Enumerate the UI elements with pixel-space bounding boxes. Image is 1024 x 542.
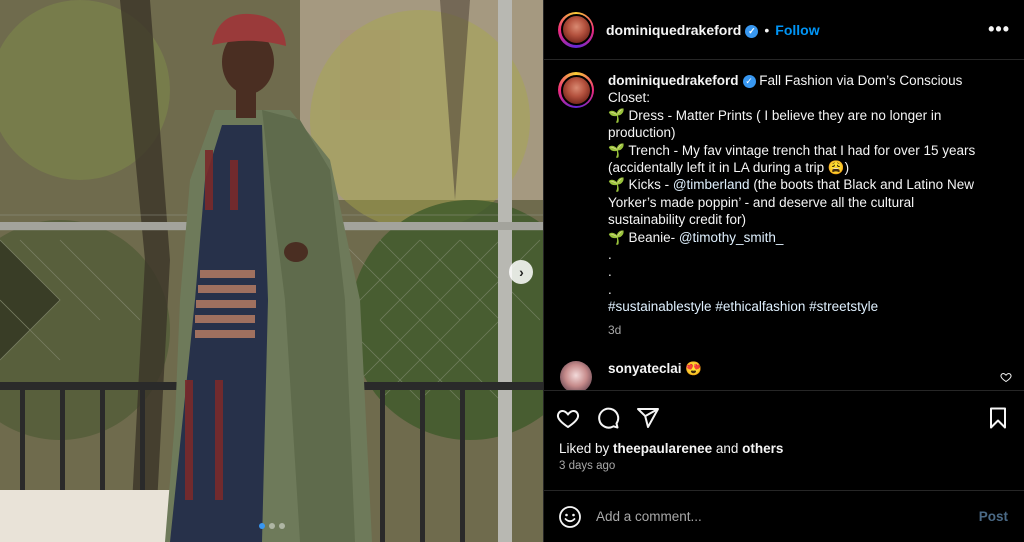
carousel-indicator xyxy=(0,523,543,529)
caption-username[interactable]: dominiquedrakeford xyxy=(608,73,739,88)
caption-line: 🌱 Kicks - xyxy=(608,177,673,193)
carousel-dot xyxy=(278,523,285,529)
post-photo[interactable]: › xyxy=(0,0,543,542)
avatar-image xyxy=(560,74,592,106)
post-header: dominiquedrakeford ✓ • Follow ••• xyxy=(544,0,1024,60)
comment-composer: Post xyxy=(544,490,1024,542)
caption-line: . xyxy=(608,264,612,280)
chevron-right-icon: › xyxy=(519,264,524,280)
caption-line: Fall Fashion via Dom’s Conscious xyxy=(759,73,963,88)
mention-link[interactable]: @timothy_smith_ xyxy=(679,230,784,245)
comment-body: sonyateclai 😍 xyxy=(608,361,702,377)
caption-avatar[interactable] xyxy=(558,72,594,108)
separator-dot: • xyxy=(764,21,770,38)
comment-text: 😍 xyxy=(685,361,703,377)
commenter-username[interactable]: sonyateclai xyxy=(608,361,682,376)
likes-mid: and xyxy=(712,441,743,456)
bookmark-icon[interactable] xyxy=(986,406,1010,430)
action-bar xyxy=(544,390,1024,445)
heart-icon[interactable] xyxy=(1000,371,1012,383)
heart-icon[interactable] xyxy=(556,406,580,430)
caption-line: (accidentally left it in LA during a tri… xyxy=(608,160,850,176)
mention-link[interactable]: @timberland xyxy=(673,177,750,192)
smile-icon[interactable] xyxy=(558,505,582,529)
author-username-text: dominiquedrakeford xyxy=(606,21,742,38)
caption-line: Closet: xyxy=(608,90,651,106)
post-date[interactable]: 3 days ago xyxy=(544,456,1024,472)
next-photo-button[interactable]: › xyxy=(509,260,533,284)
author-avatar[interactable] xyxy=(558,11,594,48)
likes-prefix: Liked by xyxy=(559,441,614,456)
liked-by-others[interactable]: others xyxy=(742,441,783,456)
likes-summary: Liked by theepaularenee and others xyxy=(544,441,1024,456)
caption-text: dominiquedrakeford ✓ Fall Fashion via Dom… xyxy=(608,72,975,339)
caption-line: production) xyxy=(608,125,676,141)
verified-badge-icon: ✓ xyxy=(745,24,759,38)
caption-line: 🌱 Trench - My fav vintage trench that I … xyxy=(608,142,976,158)
commenter-avatar[interactable] xyxy=(560,361,592,390)
liked-by-user[interactable]: theepaularenee xyxy=(613,441,712,456)
caption-line: 🌱 Dress - Matter Prints ( I believe they… xyxy=(608,107,942,123)
photo-scene xyxy=(0,0,543,542)
more-icon[interactable]: ••• xyxy=(988,19,1010,40)
author-username[interactable]: dominiquedrakeford ✓ xyxy=(606,21,759,38)
caption-line: 🌱 Beanie- xyxy=(608,229,679,245)
comment-input[interactable] xyxy=(596,509,979,524)
follow-button[interactable]: Follow xyxy=(775,22,819,38)
carousel-dot xyxy=(258,523,265,529)
hashtags[interactable]: #sustainablestyle #ethicalfashion #stree… xyxy=(608,298,975,315)
comments-area[interactable]: dominiquedrakeford ✓ Fall Fashion via Dom… xyxy=(544,60,1024,390)
caption-line: . xyxy=(608,281,612,297)
post-modal: › dominiquedrakeford ✓ • Follow ••• domin… xyxy=(0,0,1024,542)
caption-line: (the boots that Black and Latino New xyxy=(749,177,974,193)
caption-line: . xyxy=(608,247,612,263)
caption-line: Yorker’s made poppin’ - and deserve all … xyxy=(608,194,915,210)
carousel-dot xyxy=(268,523,275,529)
comment-icon[interactable] xyxy=(596,406,620,430)
post-sidebar: dominiquedrakeford ✓ • Follow ••• dominiq… xyxy=(543,0,1024,542)
post-comment-button[interactable]: Post xyxy=(979,509,1008,524)
share-icon[interactable] xyxy=(636,406,660,430)
avatar-image xyxy=(560,14,592,45)
caption-line: sustainability credit for) xyxy=(608,212,747,228)
caption-timestamp[interactable]: 3d xyxy=(608,322,975,339)
caption: dominiquedrakeford ✓ Fall Fashion via Dom… xyxy=(558,72,1010,339)
verified-badge-icon: ✓ xyxy=(742,75,756,88)
comment-item: sonyateclai 😍 xyxy=(558,361,1010,390)
